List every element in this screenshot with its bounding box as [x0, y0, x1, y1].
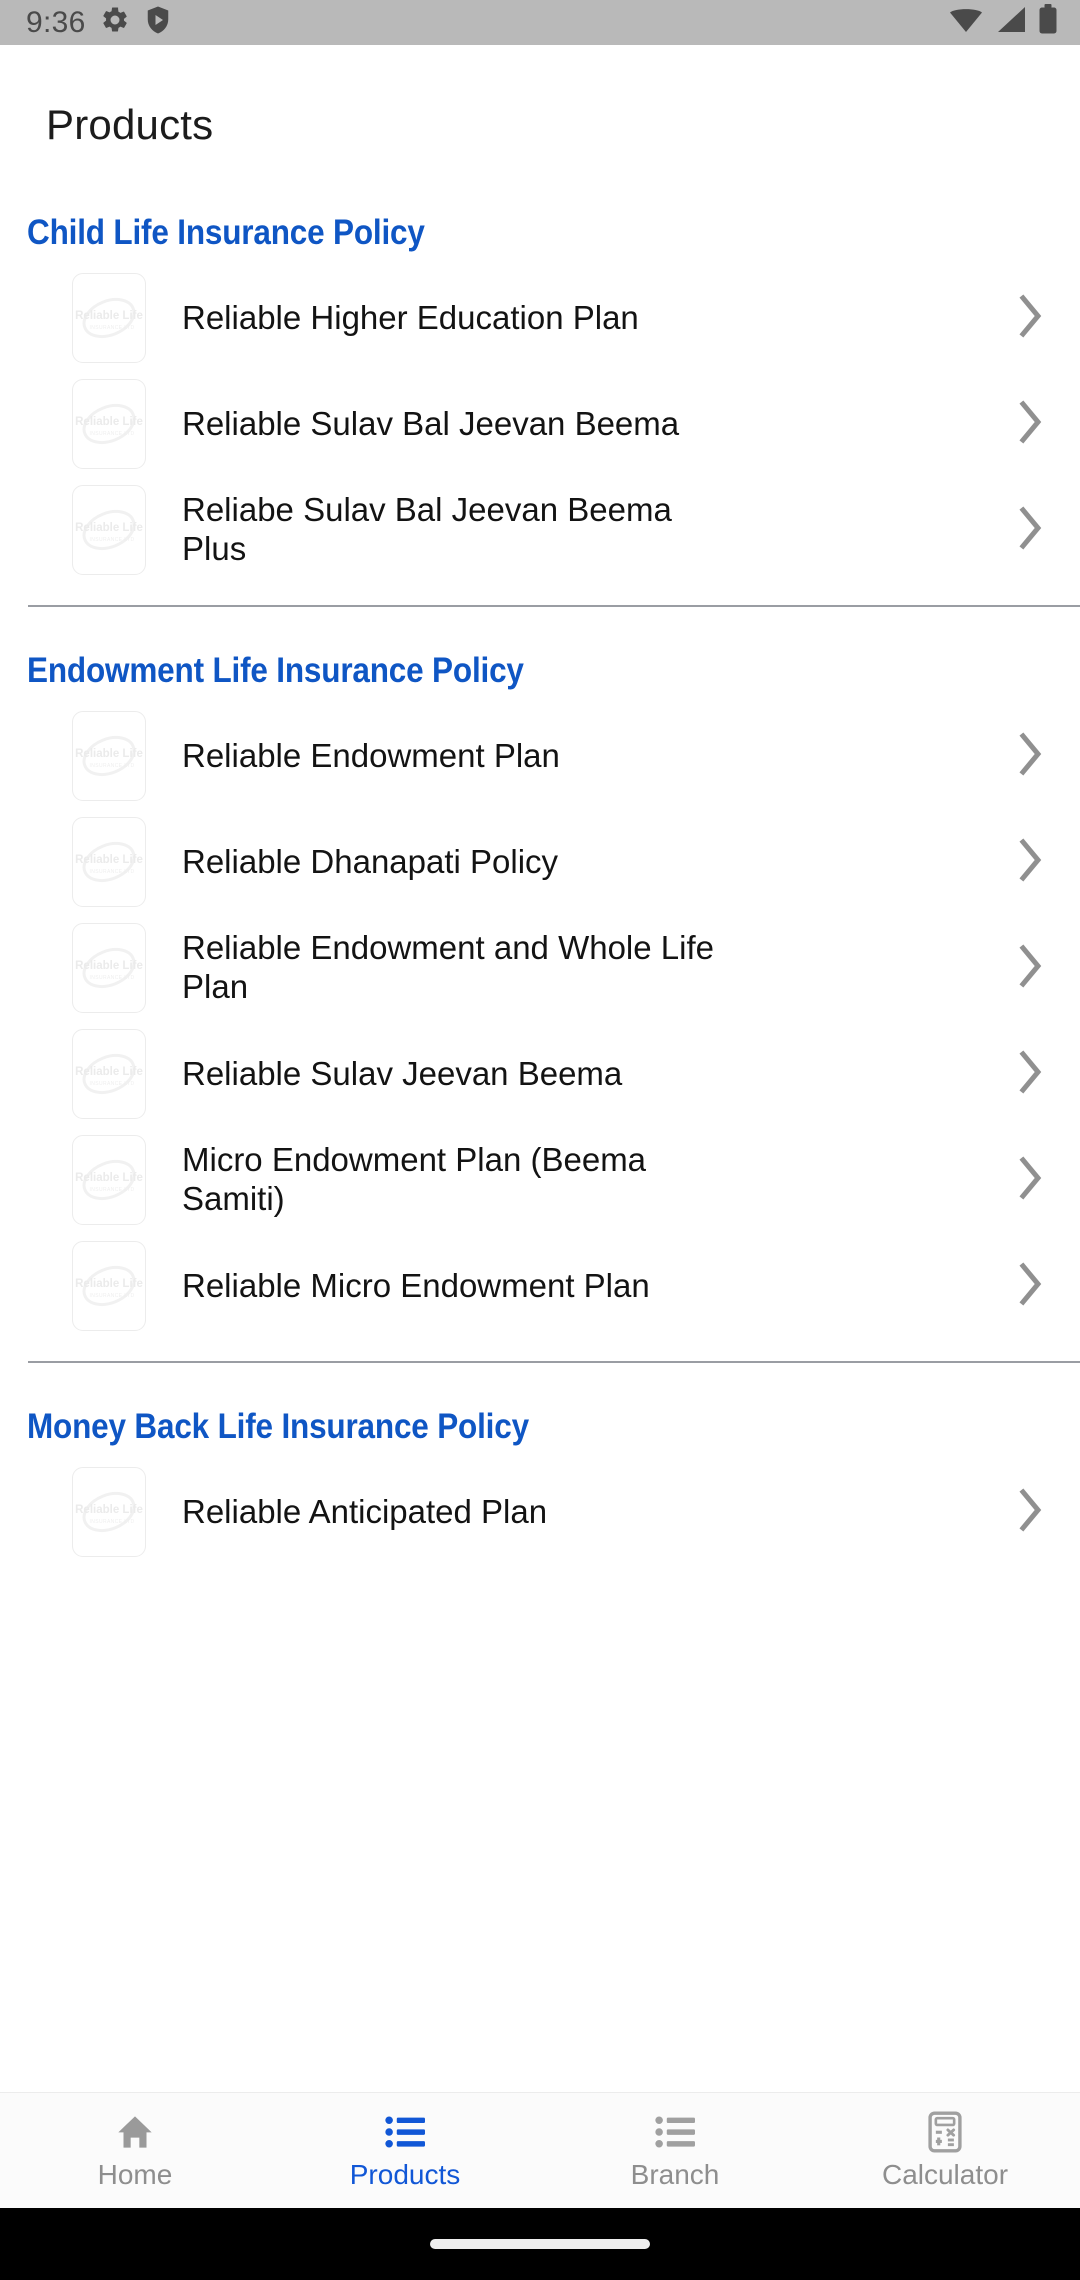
chevron-right-icon[interactable]: [1018, 1487, 1050, 1537]
status-bar: 9:36: [0, 0, 1080, 45]
list-item-label: Reliable Sulav Jeevan Beema: [182, 1054, 623, 1092]
section-title: Child Life Insurance Policy: [27, 213, 425, 252]
cell-signal-icon: [995, 5, 1027, 40]
list-item-label: Reliable Anticipated Plan: [182, 1492, 548, 1530]
list-item[interactable]: Reliable Life INSURANCE LTD Reliable End…: [0, 703, 1080, 809]
chevron-right-icon[interactable]: [1018, 1261, 1050, 1311]
svg-text:INSURANCE LTD: INSURANCE LTD: [89, 1187, 134, 1193]
nav-item-home[interactable]: Home: [0, 2093, 270, 2208]
list-item[interactable]: Reliable Life INSURANCE LTD Reliable Sul…: [0, 1021, 1080, 1127]
svg-text:INSURANCE LTD: INSURANCE LTD: [89, 763, 134, 769]
section-child-life: Child Life Insurance Policy Reliable Lif…: [0, 213, 1080, 607]
list-icon: [385, 2112, 425, 2152]
list-item[interactable]: Reliable Life INSURANCE LTD Reliable Sul…: [0, 371, 1080, 477]
list-item[interactable]: Reliable Life INSURANCE LTD Reliabe Sula…: [0, 477, 1080, 583]
chevron-right-icon[interactable]: [1018, 293, 1050, 343]
list-icon: [655, 2112, 695, 2152]
product-thumbnail: Reliable Life INSURANCE LTD: [72, 1241, 146, 1331]
svg-text:INSURANCE LTD: INSURANCE LTD: [89, 1081, 134, 1087]
list-item-label: Micro Endowment Plan (Beema Samiti): [182, 1141, 647, 1217]
list-item-label: Reliable Dhanapati Policy: [182, 842, 559, 880]
svg-text:INSURANCE LTD: INSURANCE LTD: [89, 869, 134, 875]
svg-text:INSURANCE LTD: INSURANCE LTD: [89, 975, 134, 981]
section-title: Money Back Life Insurance Policy: [27, 1407, 529, 1446]
product-thumbnail: Reliable Life INSURANCE LTD: [72, 485, 146, 575]
product-thumbnail: Reliable Life INSURANCE LTD: [72, 923, 146, 1013]
list-item[interactable]: Reliable Life INSURANCE LTD Micro Endowm…: [0, 1127, 1080, 1233]
list-item-label: Reliable Sulav Bal Jeevan Beema: [182, 404, 680, 442]
list-item-label: Reliable Micro Endowment Plan: [182, 1266, 650, 1304]
svg-text:Reliable Life: Reliable Life: [75, 522, 143, 534]
wifi-icon: [948, 5, 984, 40]
svg-text:INSURANCE LTD: INSURANCE LTD: [89, 537, 134, 543]
list-item-label: Reliable Endowment Plan: [182, 736, 560, 774]
svg-text:Reliable Life: Reliable Life: [75, 748, 143, 760]
svg-text:Reliable Life: Reliable Life: [75, 960, 143, 972]
svg-text:INSURANCE LTD: INSURANCE LTD: [89, 325, 134, 331]
nav-item-label: Home: [97, 2159, 173, 2190]
home-indicator-pill[interactable]: [430, 2239, 650, 2249]
product-thumbnail: Reliable Life INSURANCE LTD: [72, 1029, 146, 1119]
chevron-right-icon[interactable]: [1018, 399, 1050, 449]
section-title: Endowment Life Insurance Policy: [27, 651, 524, 690]
product-thumbnail: Reliable Life INSURANCE LTD: [72, 273, 146, 363]
chevron-right-icon[interactable]: [1018, 837, 1050, 887]
list-item[interactable]: Reliable Life INSURANCE LTD Reliable Ant…: [0, 1459, 1080, 1565]
list-item[interactable]: Reliable Life INSURANCE LTD Reliable Mic…: [0, 1233, 1080, 1339]
list-item[interactable]: Reliable Life INSURANCE LTD Reliable Hig…: [0, 265, 1080, 371]
list-item-label: Reliable Higher Education Plan: [182, 298, 639, 336]
shield-play-icon: [144, 5, 172, 40]
chevron-right-icon[interactable]: [1018, 505, 1050, 555]
nav-item-label: Products: [349, 2159, 461, 2190]
product-thumbnail: Reliable Life INSURANCE LTD: [72, 379, 146, 469]
status-time: 9:36: [26, 5, 86, 39]
nav-item-label: Branch: [630, 2159, 720, 2190]
system-gesture-bar: [0, 2208, 1080, 2280]
svg-text:INSURANCE LTD: INSURANCE LTD: [89, 1293, 134, 1299]
home-icon: [115, 2112, 155, 2152]
svg-text:INSURANCE LTD: INSURANCE LTD: [89, 1519, 134, 1525]
bottom-navigation-bar: Home Products Branch Calculator: [0, 2092, 1080, 2208]
list-item-label: Reliabe Sulav Bal Jeevan Beema Plus: [182, 491, 672, 567]
chevron-right-icon[interactable]: [1018, 731, 1050, 781]
chevron-right-icon[interactable]: [1018, 1155, 1050, 1205]
nav-item-branch[interactable]: Branch: [540, 2093, 810, 2208]
chevron-right-icon[interactable]: [1018, 1049, 1050, 1099]
section-money-back: Money Back Life Insurance Policy Reliabl…: [0, 1407, 1080, 1565]
svg-text:Reliable Life: Reliable Life: [75, 1504, 143, 1516]
list-item-label: Reliable Endowment and Whole Life Plan: [182, 929, 714, 1005]
product-thumbnail: Reliable Life INSURANCE LTD: [72, 711, 146, 801]
section-endowment-life: Endowment Life Insurance Policy Reliable…: [0, 651, 1080, 1363]
svg-text:Reliable Life: Reliable Life: [75, 416, 143, 428]
svg-text:INSURANCE LTD: INSURANCE LTD: [89, 431, 134, 437]
status-bar-right: [948, 4, 1058, 41]
list-item[interactable]: Reliable Life INSURANCE LTD Reliable Dha…: [0, 809, 1080, 915]
list-item[interactable]: Reliable Life INSURANCE LTD Reliable End…: [0, 915, 1080, 1021]
chevron-right-icon[interactable]: [1018, 943, 1050, 993]
product-thumbnail: Reliable Life INSURANCE LTD: [72, 817, 146, 907]
section-rows: Reliable Life INSURANCE LTD Reliable Ant…: [0, 1447, 1080, 1565]
page-title: Products: [46, 101, 214, 148]
svg-text:Reliable Life: Reliable Life: [75, 310, 143, 322]
calculator-icon: [928, 2111, 962, 2153]
svg-text:Reliable Life: Reliable Life: [75, 1066, 143, 1078]
scroll-content[interactable]: Products Child Life Insurance Policy Rel…: [0, 45, 1080, 2164]
nav-item-products[interactable]: Products: [270, 2093, 540, 2208]
battery-icon: [1038, 4, 1058, 41]
gear-icon: [100, 5, 130, 40]
status-bar-left: 9:36: [26, 5, 172, 40]
product-thumbnail: Reliable Life INSURANCE LTD: [72, 1467, 146, 1557]
section-rows: Reliable Life INSURANCE LTD Reliable End…: [0, 691, 1080, 1339]
svg-text:Reliable Life: Reliable Life: [75, 1172, 143, 1184]
nav-item-label: Calculator: [881, 2159, 1009, 2190]
section-rows: Reliable Life INSURANCE LTD Reliable Hig…: [0, 253, 1080, 583]
nav-item-calculator[interactable]: Calculator: [810, 2093, 1080, 2208]
product-thumbnail: Reliable Life INSURANCE LTD: [72, 1135, 146, 1225]
svg-text:Reliable Life: Reliable Life: [75, 1278, 143, 1290]
svg-text:Reliable Life: Reliable Life: [75, 854, 143, 866]
